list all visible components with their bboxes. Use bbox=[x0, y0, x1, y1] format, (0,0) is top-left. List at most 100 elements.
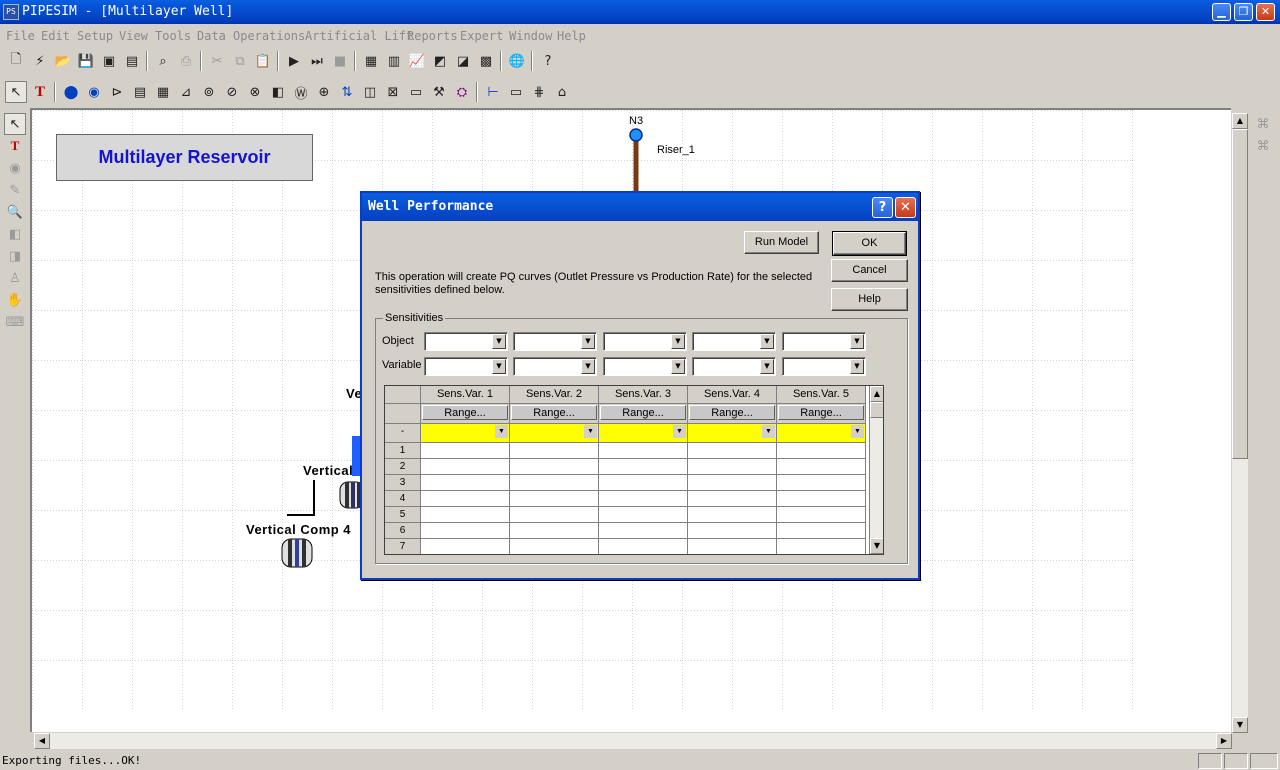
ok-button[interactable]: OK bbox=[832, 231, 907, 256]
grid-cell[interactable] bbox=[510, 491, 599, 507]
scroll-thumb[interactable] bbox=[1232, 129, 1248, 459]
menu-setup[interactable]: Setup bbox=[77, 29, 113, 43]
source-icon[interactable]: ◉ bbox=[83, 81, 105, 103]
grid-cell[interactable] bbox=[510, 443, 599, 459]
output-icon[interactable]: ▥ bbox=[383, 50, 405, 72]
grid-cell[interactable] bbox=[688, 459, 777, 475]
grid-cell[interactable] bbox=[688, 523, 777, 539]
pipesim-app-icon[interactable]: PS bbox=[3, 4, 19, 20]
menu-expert[interactable]: Expert bbox=[460, 29, 503, 43]
hierarchy-icon[interactable]: ⌘ bbox=[1252, 135, 1274, 157]
run-all-icon[interactable]: ⏭ bbox=[306, 50, 328, 72]
expander-icon[interactable]: ⊗ bbox=[244, 81, 266, 103]
grid-cell[interactable] bbox=[777, 507, 866, 523]
unit-select-3[interactable]: ▼ bbox=[599, 424, 688, 443]
range-button-2[interactable]: Range... bbox=[511, 405, 597, 420]
dialog-help-icon[interactable]: ? bbox=[872, 197, 893, 218]
scroll-right-icon[interactable]: ▶ bbox=[1216, 733, 1232, 749]
grid-cell[interactable] bbox=[421, 475, 510, 491]
grid-cell[interactable] bbox=[688, 443, 777, 459]
unit-select-5[interactable]: ▼ bbox=[777, 424, 866, 443]
find-binoculars-icon[interactable]: ⌕ bbox=[152, 50, 174, 72]
paste-icon[interactable]: 📋 bbox=[252, 50, 274, 72]
node-icon[interactable]: ⬤ bbox=[60, 81, 82, 103]
grid-scroll-down-icon[interactable]: ▼ bbox=[870, 538, 883, 554]
grid-cell[interactable] bbox=[688, 539, 777, 554]
choke-icon[interactable]: ⊿ bbox=[175, 81, 197, 103]
grid-scrollbar[interactable]: ▲ ▼ bbox=[869, 386, 883, 554]
dialog-close-icon[interactable]: ✕ bbox=[895, 197, 916, 218]
grid-scroll-thumb[interactable] bbox=[870, 402, 883, 418]
grid-cell[interactable] bbox=[688, 507, 777, 523]
menu-tools[interactable]: Tools bbox=[155, 29, 191, 43]
grid-cell[interactable] bbox=[510, 507, 599, 523]
grid-scroll-up-icon[interactable]: ▲ bbox=[870, 386, 883, 402]
pencil-icon[interactable]: ✎ bbox=[4, 179, 26, 201]
save-icon[interactable]: 💾 bbox=[75, 50, 97, 72]
grid-cell[interactable] bbox=[421, 491, 510, 507]
grid-cell[interactable] bbox=[777, 491, 866, 507]
menu-help[interactable]: Help bbox=[557, 29, 586, 43]
sink-icon[interactable]: ⊳ bbox=[106, 81, 128, 103]
grid-cell[interactable] bbox=[421, 459, 510, 475]
open-folder-icon[interactable]: 📂 bbox=[52, 50, 74, 72]
object-select-2[interactable]: ▼ bbox=[513, 332, 597, 351]
save-as-icon[interactable]: ▣ bbox=[98, 50, 120, 72]
unit-select-1[interactable]: ▼ bbox=[421, 424, 510, 443]
grid-cell[interactable] bbox=[777, 539, 866, 554]
table-icon[interactable]: ▩ bbox=[475, 50, 497, 72]
range-button-3[interactable]: Range... bbox=[600, 405, 686, 420]
variable-select-4[interactable]: ▼ bbox=[692, 357, 776, 376]
hand-icon[interactable]: ✋ bbox=[4, 289, 26, 311]
globe-icon[interactable]: 🌐 bbox=[506, 50, 528, 72]
save-all-icon[interactable]: ▤ bbox=[121, 50, 143, 72]
gas-lift-icon[interactable]: ⋕ bbox=[528, 81, 550, 103]
stop-icon[interactable]: ■ bbox=[329, 50, 351, 72]
menu-reports[interactable]: Reports bbox=[407, 29, 458, 43]
keyboard-icon[interactable]: ⌨ bbox=[4, 311, 26, 333]
meter-icon[interactable]: Ⓦ bbox=[290, 81, 312, 103]
grid-cell[interactable] bbox=[777, 523, 866, 539]
pump-icon[interactable]: ⊚ bbox=[198, 81, 220, 103]
profile-plot-icon[interactable]: ◩ bbox=[429, 50, 451, 72]
scroll-up-icon[interactable]: ▲ bbox=[1232, 113, 1248, 129]
circle-icon[interactable]: ◉ bbox=[4, 157, 26, 179]
separator-icon[interactable]: ⊕ bbox=[313, 81, 335, 103]
grid-cell[interactable] bbox=[599, 523, 688, 539]
multiplier-icon[interactable]: ⊠ bbox=[382, 81, 404, 103]
scroll-down-icon[interactable]: ▼ bbox=[1232, 717, 1248, 733]
user-equipment-icon[interactable]: ⛭ bbox=[451, 81, 473, 103]
grid-cell[interactable] bbox=[777, 475, 866, 491]
grid-cell[interactable] bbox=[421, 523, 510, 539]
pipe-icon[interactable]: ▭ bbox=[505, 81, 527, 103]
completion-icon[interactable]: ▤ bbox=[129, 81, 151, 103]
cut-icon[interactable]: ✂ bbox=[206, 50, 228, 72]
menu-artificial-lift[interactable]: Artificial Lift bbox=[305, 29, 413, 43]
sensitivity-grid[interactable]: Sens.Var. 1 Sens.Var. 2 Sens.Var. 3 Sens… bbox=[384, 385, 884, 555]
grid-cell[interactable] bbox=[510, 459, 599, 475]
cancel-button[interactable]: Cancel bbox=[831, 259, 908, 282]
variable-select-5[interactable]: ▼ bbox=[782, 357, 866, 376]
restore-button[interactable]: ❐ bbox=[1234, 3, 1253, 21]
grid-cell[interactable] bbox=[599, 507, 688, 523]
menu-window[interactable]: Window bbox=[509, 29, 552, 43]
menu-file[interactable]: File bbox=[6, 29, 35, 43]
grid-cell[interactable] bbox=[421, 443, 510, 459]
menu-view[interactable]: View bbox=[119, 29, 148, 43]
injection-icon[interactable]: ⇅ bbox=[336, 81, 358, 103]
variable-select-2[interactable]: ▼ bbox=[513, 357, 597, 376]
range-button-4[interactable]: Range... bbox=[689, 405, 775, 420]
heater-icon[interactable]: ◧ bbox=[267, 81, 289, 103]
grid-cell[interactable] bbox=[777, 443, 866, 459]
align-left-icon[interactable]: ◧ bbox=[4, 223, 26, 245]
person-icon[interactable]: ♙ bbox=[4, 267, 26, 289]
menu-operations[interactable]: Operations bbox=[233, 29, 305, 43]
run-icon[interactable]: ▶ bbox=[283, 50, 305, 72]
completion-icon-4[interactable] bbox=[280, 537, 314, 569]
print-icon[interactable]: ⎙ bbox=[175, 50, 197, 72]
range-button-1[interactable]: Range... bbox=[422, 405, 508, 420]
unit-select-4[interactable]: ▼ bbox=[688, 424, 777, 443]
canvas-title-box[interactable]: Multilayer Reservoir bbox=[56, 134, 313, 181]
grid-cell[interactable] bbox=[688, 475, 777, 491]
platform-icon[interactable]: ⌂ bbox=[551, 81, 573, 103]
